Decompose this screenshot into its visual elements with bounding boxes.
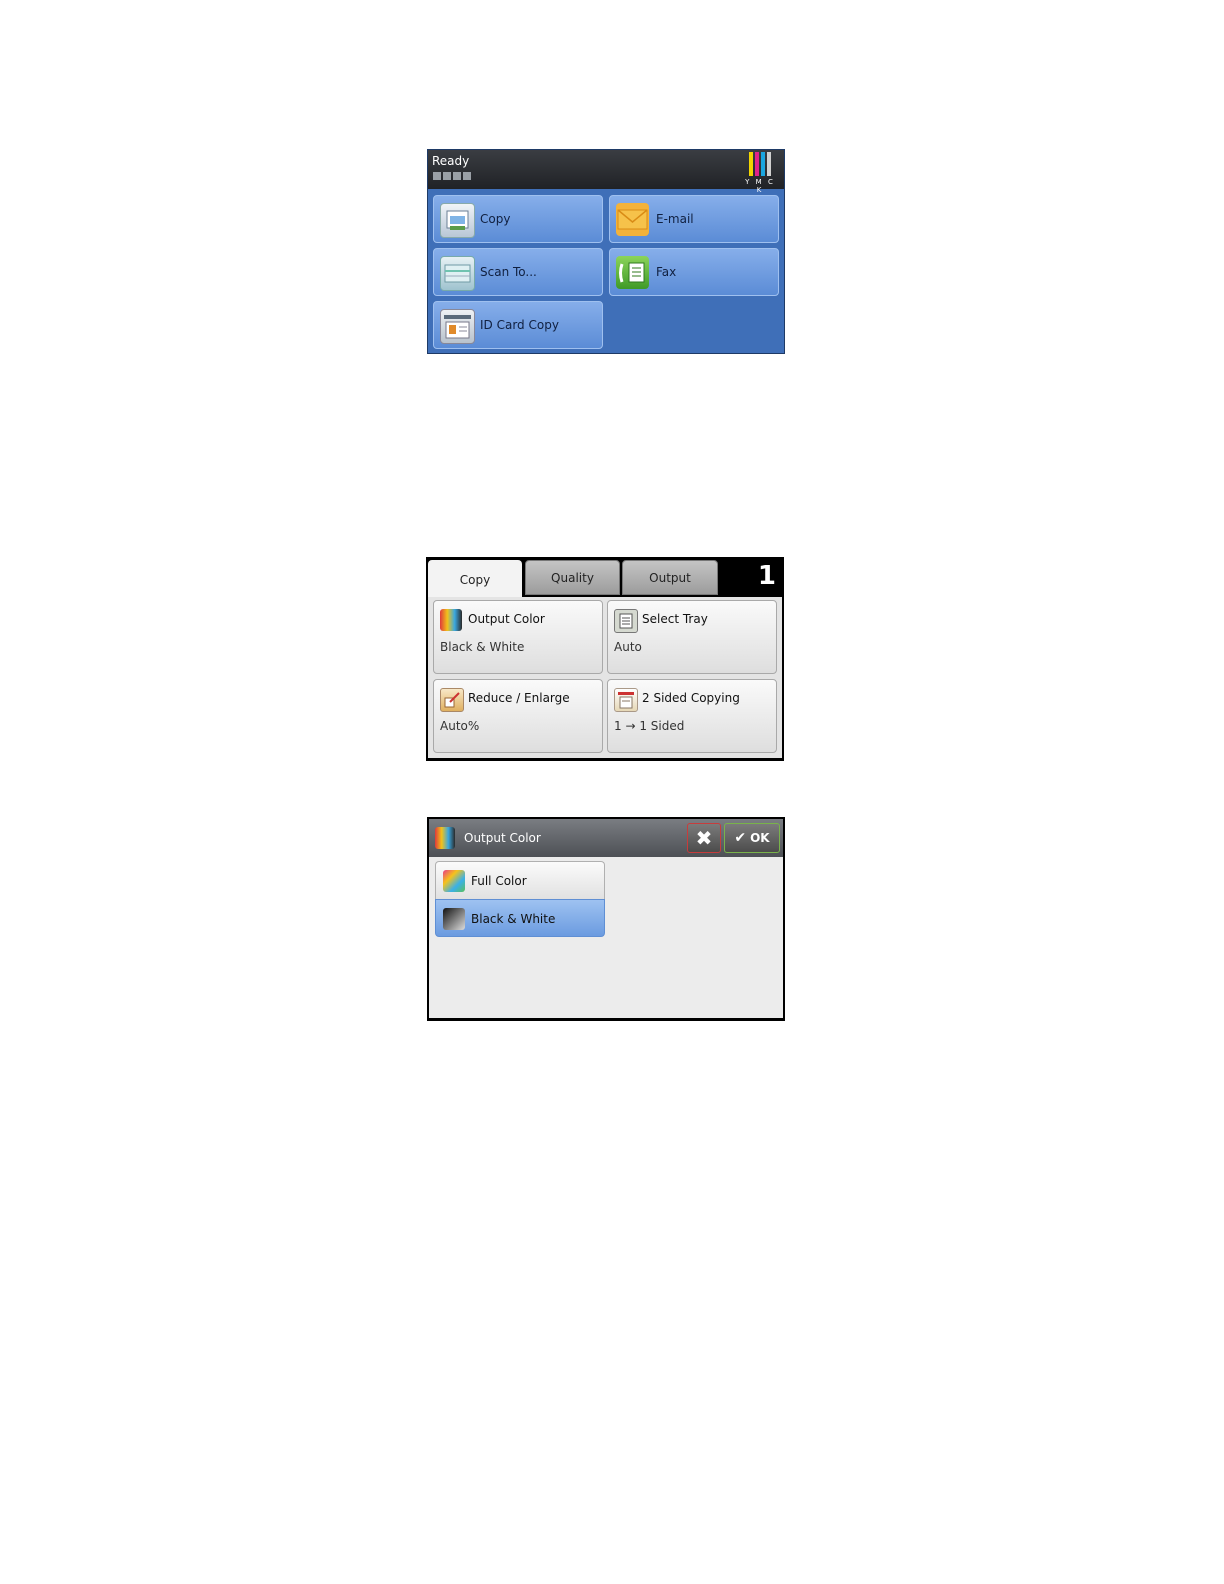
copy-quantity: 1 (757, 561, 776, 591)
black-white-icon (443, 908, 465, 930)
two-sided-copying-value: 1 → 1 Sided (614, 719, 685, 733)
dialog-title: Output Color (464, 831, 541, 845)
tray-icon (614, 609, 638, 633)
id-card-icon (440, 309, 475, 344)
status-text: Ready (432, 154, 470, 168)
ok-button[interactable]: ✔ OK (724, 823, 780, 853)
copy-feature-panel: Output Color Black & White Select Tray A… (428, 597, 782, 758)
email-tile-label: E-mail (656, 212, 694, 226)
black-white-label: Black & White (471, 912, 556, 926)
checkmark-icon: ✔ (734, 830, 747, 846)
copy-tile-label: Copy (480, 212, 511, 226)
toner-level-icon: Y M C K (744, 152, 776, 194)
scan-tile[interactable]: Scan To... (433, 248, 603, 296)
id-card-copy-tile-label: ID Card Copy (480, 318, 559, 332)
scan-tile-label: Scan To... (480, 265, 537, 279)
full-color-label: Full Color (471, 874, 527, 888)
reduce-enlarge-button[interactable]: Reduce / Enlarge Auto% (433, 679, 603, 753)
select-tray-button[interactable]: Select Tray Auto (607, 600, 777, 674)
status-indicators (433, 172, 473, 180)
output-color-dialog: Output Color ✖ ✔ OK Full Color Black & W… (427, 817, 785, 1021)
home-screen: Ready Y M C K Copy E-mail Scan To... Fax… (427, 149, 785, 354)
dialog-title-bar: Output Color ✖ ✔ OK (429, 819, 783, 857)
tab-quality[interactable]: Quality (525, 560, 620, 595)
scanner-icon (440, 256, 475, 291)
reduce-enlarge-value: Auto% (440, 719, 480, 733)
status-bar: Ready Y M C K (428, 150, 784, 194)
tab-copy[interactable]: Copy (428, 560, 522, 599)
select-tray-title: Select Tray (642, 612, 708, 626)
output-color-value: Black & White (440, 640, 525, 654)
duplex-icon (614, 688, 638, 712)
reduce-enlarge-title: Reduce / Enlarge (468, 691, 570, 705)
fax-tile[interactable]: Fax (609, 248, 779, 296)
color-icon (435, 827, 455, 849)
full-color-option[interactable]: Full Color (435, 861, 605, 899)
two-sided-copying-title: 2 Sided Copying (642, 691, 740, 705)
fax-icon (616, 256, 649, 289)
select-tray-value: Auto (614, 640, 642, 654)
fax-tile-label: Fax (656, 265, 677, 279)
dialog-body: Full Color Black & White (429, 857, 783, 1018)
email-tile[interactable]: E-mail (609, 195, 779, 243)
tab-quality-label: Quality (551, 570, 594, 585)
toner-label: Y M C K (745, 178, 775, 194)
copy-screen: Copy Quality Output 1 Output Color Black… (426, 557, 784, 761)
id-card-copy-tile[interactable]: ID Card Copy (433, 301, 603, 349)
tab-output[interactable]: Output (622, 560, 718, 595)
envelope-icon (616, 203, 649, 236)
ok-button-label: OK (750, 831, 770, 845)
cancel-button[interactable]: ✖ (687, 823, 721, 853)
resize-icon (440, 688, 464, 712)
tab-output-label: Output (649, 570, 691, 585)
output-color-button[interactable]: Output Color Black & White (433, 600, 603, 674)
copy-tile[interactable]: Copy (433, 195, 603, 243)
full-color-icon (443, 870, 465, 892)
two-sided-copying-button[interactable]: 2 Sided Copying 1 → 1 Sided (607, 679, 777, 753)
copy-icon (440, 203, 475, 238)
output-color-title: Output Color (468, 612, 545, 626)
black-white-option[interactable]: Black & White (435, 899, 605, 937)
close-icon: ✖ (695, 826, 713, 850)
color-icon (440, 609, 462, 631)
tab-copy-label: Copy (459, 572, 491, 587)
